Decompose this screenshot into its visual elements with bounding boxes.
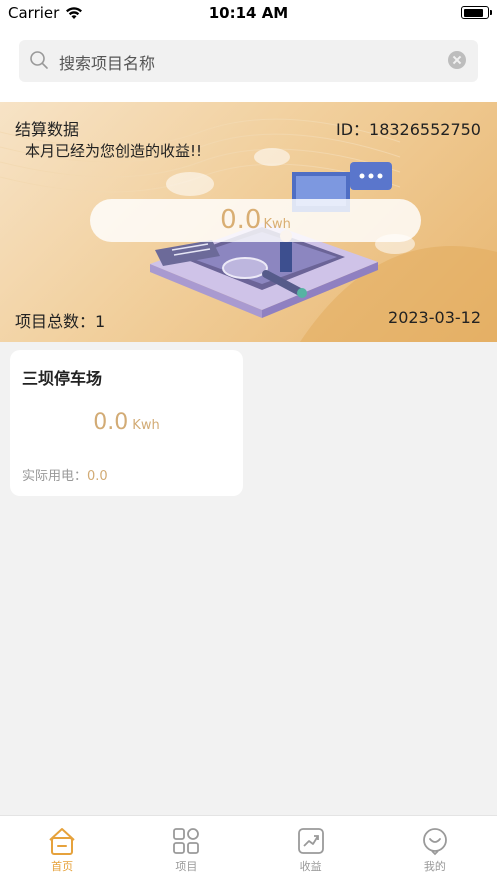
header: 搜索项目名称	[0, 26, 497, 102]
monthly-energy-unit: Kwh	[263, 217, 291, 232]
status-bar: Carrier 10:14 AM	[0, 0, 497, 26]
battery-icon	[461, 6, 492, 19]
settlement-banner: 结算数据 ID：18326552750 本月已经为您创造的收益!! 0.0 Kw…	[0, 102, 497, 342]
tab-bar: 首页 项目 收益 我的	[0, 815, 497, 883]
tab-earnings-label: 收益	[299, 860, 322, 873]
battery-fill	[463, 8, 484, 17]
tab-projects-label: 项目	[175, 860, 198, 873]
profile-icon	[422, 828, 447, 856]
project-actual-usage: 实际用电：0.0	[22, 465, 108, 484]
monthly-energy-value: 0.0	[220, 205, 262, 235]
project-energy-value: 0.0	[93, 410, 129, 435]
user-id: ID：18326552750	[335, 120, 481, 139]
monthly-energy-pill: 0.0 Kwh	[90, 199, 421, 242]
tab-home[interactable]: 首页	[0, 816, 124, 883]
actual-usage-value: 0.0	[87, 469, 108, 484]
project-energy: 0.0 Kwh	[10, 410, 243, 435]
search-placeholder: 搜索项目名称	[59, 54, 156, 73]
project-card[interactable]: 三坝停车场 0.0 Kwh 实际用电：0.0	[10, 350, 243, 496]
project-energy-unit: Kwh	[132, 418, 160, 433]
banner-title: 结算数据	[15, 120, 80, 139]
project-count: 项目总数：1	[15, 312, 106, 331]
actual-usage-label: 实际用电：	[22, 469, 88, 484]
clear-icon[interactable]	[448, 51, 466, 69]
status-time: 10:14 AM	[208, 4, 289, 22]
banner-subtitle: 本月已经为您创造的收益!!	[25, 142, 203, 160]
tab-profile-label: 我的	[423, 860, 446, 873]
tab-earnings[interactable]: 收益	[249, 816, 373, 883]
tab-home-label: 首页	[51, 860, 74, 873]
tab-projects[interactable]: 项目	[124, 816, 248, 883]
search-icon	[30, 51, 48, 69]
banner-date: 2023-03-12	[388, 308, 481, 327]
grid-icon	[173, 828, 200, 854]
project-name: 三坝停车场	[22, 369, 103, 388]
search-input[interactable]: 搜索项目名称	[19, 40, 478, 82]
chart-icon	[297, 828, 324, 854]
home-icon	[49, 828, 75, 855]
tab-profile[interactable]: 我的	[373, 816, 497, 883]
